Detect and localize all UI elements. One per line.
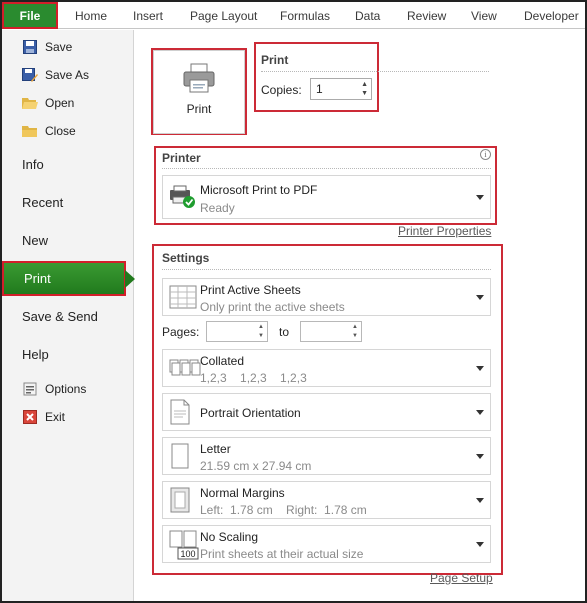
window-border — [0, 0, 587, 603]
